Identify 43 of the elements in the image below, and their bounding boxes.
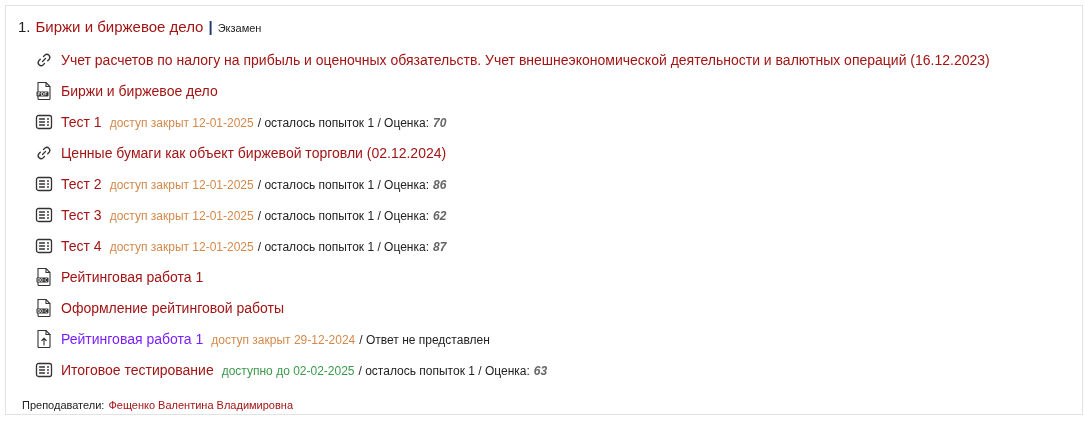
grade-value: 70 <box>433 115 447 130</box>
item-link[interactable]: Тест 4 <box>61 237 102 254</box>
separator: | <box>208 18 213 35</box>
item-link[interactable]: Тест 3 <box>61 206 102 223</box>
item-link[interactable]: Тест 2 <box>61 175 102 192</box>
grade-value: 87 <box>433 239 447 254</box>
item-link[interactable]: Ценные бумаги как объект биржевой торговли (02.12.2024) <box>61 144 447 161</box>
doc-file-icon <box>35 297 53 318</box>
exam-type: Экзамен <box>217 22 262 34</box>
attempts-info: / Ответ не представлен <box>359 332 490 347</box>
item-link[interactable]: Оформление рейтинговой работы <box>61 299 285 316</box>
attempts-info: / осталось попыток 1 / Оценка: <box>257 177 429 192</box>
item-link[interactable]: Итоговое тестирование <box>61 361 214 378</box>
attempts-info: / осталось попыток 1 / Оценка: <box>257 208 429 223</box>
checklist-icon <box>35 174 53 193</box>
doc-file-icon <box>35 266 53 287</box>
attempts-info: / осталось попыток 1 / Оценка: <box>358 363 530 378</box>
access-status: доступ закрыт 12-01-2025 <box>109 177 254 192</box>
attempts-info: / осталось попыток 1 / Оценка: <box>257 239 429 254</box>
item-link[interactable]: Рейтинговая работа 1 <box>61 268 204 285</box>
pdf-file-icon <box>35 80 53 101</box>
access-status: доступ закрыт 12-01-2025 <box>109 239 254 254</box>
access-status: доступ закрыт 29-12-2024 <box>211 332 356 347</box>
grade-value: 63 <box>533 363 548 378</box>
checklist-icon <box>35 236 53 255</box>
item-link[interactable]: Рейтинговая работа 1 <box>61 330 204 347</box>
teacher-name: Фещенко Валентина Владимировна <box>108 399 294 411</box>
course-title[interactable]: Биржи и биржевое дело <box>35 18 204 35</box>
teachers-label: Преподаватели: <box>22 399 105 411</box>
attempts-info: / осталось попыток 1 / Оценка: <box>257 115 429 130</box>
grade-value: 86 <box>433 177 447 192</box>
item-link[interactable]: Тест 1 <box>61 113 102 130</box>
checklist-icon <box>35 360 53 379</box>
checklist-icon <box>35 205 53 224</box>
access-status: доступно до 02-02-2025 <box>221 363 355 378</box>
access-status: доступ закрыт 12-01-2025 <box>109 115 254 130</box>
upload-file-icon <box>35 328 53 349</box>
item-link[interactable]: Биржи и биржевое дело <box>61 82 218 99</box>
checklist-icon <box>35 112 53 131</box>
item-link[interactable]: Учет расчетов по налогу на прибыль и оценочных обязательств. Учет внешнеэкономической деятельности и валютных операций (16.12.2023) <box>61 51 990 68</box>
grade-value: 62 <box>433 208 447 223</box>
access-status: доступ закрыт 12-01-2025 <box>109 208 254 223</box>
course-number: 1. <box>18 18 31 35</box>
